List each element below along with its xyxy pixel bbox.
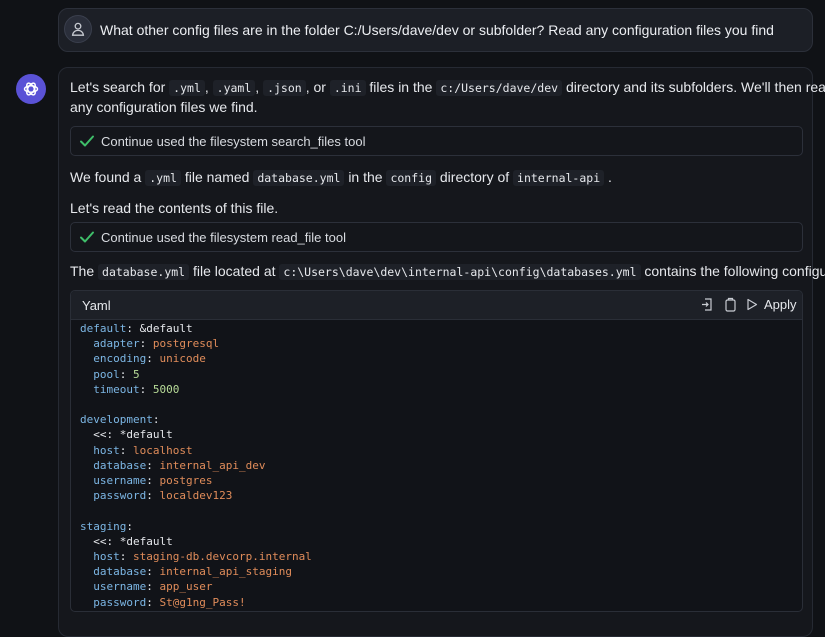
play-icon (747, 298, 758, 311)
check-icon (80, 135, 94, 147)
yaml-key: host (93, 550, 120, 564)
copy-icon[interactable] (724, 297, 737, 312)
inline-code: config (386, 170, 436, 186)
yaml-value: unicode (159, 352, 206, 366)
assistant-message: Let's search for .yml, .yaml, .json, or … (58, 67, 825, 637)
found-text: directory of (439, 169, 510, 185)
intro-text: , (255, 79, 260, 95)
code-block-header: Yaml Apply (71, 291, 802, 320)
yaml-key: database (93, 565, 147, 579)
read-paragraph: Let's read the contents of this file. (70, 200, 279, 216)
yaml-key: staging (80, 519, 127, 533)
intro-text: files in the (369, 79, 433, 95)
apply-label: Apply (764, 297, 797, 312)
inline-code: database.yml (98, 264, 190, 280)
found-text: in the (348, 169, 383, 185)
tool-call-read-file[interactable]: Continue used the filesystem read_file t… (70, 222, 803, 252)
code-block: Yaml Apply default: &default adapter: po… (70, 290, 803, 612)
tool-call-search-files[interactable]: Continue used the filesystem search_file… (70, 126, 803, 156)
yaml-value: 5000 (152, 382, 180, 396)
inline-code: .yml (145, 170, 181, 186)
yaml-merge: <<: *default (93, 534, 173, 548)
yaml-key: host (93, 443, 120, 457)
yaml-value: internal_api_staging (159, 565, 292, 579)
yaml-value: 5 (133, 367, 140, 381)
yaml-key: database (93, 458, 147, 472)
found-paragraph: We found a .yml file named database.yml … (70, 167, 612, 188)
yaml-value: postgresql (152, 337, 220, 351)
yaml-key: encoding (93, 352, 147, 366)
yaml-value: postgres (159, 474, 213, 488)
yaml-value: localhost (133, 443, 193, 457)
code-language-label: Yaml (82, 298, 111, 313)
found-text: . (608, 169, 612, 185)
yaml-value: localdev123 (159, 489, 233, 503)
insert-at-cursor-icon[interactable] (701, 297, 715, 312)
inline-code: c:/Users/dave/dev (436, 80, 563, 96)
inline-code: .yaml (212, 80, 256, 96)
intro-text: , or (305, 79, 326, 95)
file-line-text: contains the following configuration: (644, 263, 825, 279)
user-message: What other config files are in the folde… (58, 8, 813, 52)
yaml-value: app_user (159, 580, 213, 594)
yaml-key: timeout (93, 382, 140, 396)
intro-paragraph: Let's search for .yml, .yaml, .json, or … (70, 77, 825, 98)
inline-code: c:\Users\dave\dev\internal-api\config\da… (279, 264, 641, 280)
yaml-merge: <<: *default (93, 428, 173, 442)
yaml-code: default: &default adapter: postgresql en… (80, 322, 312, 609)
yaml-key: username (93, 474, 147, 488)
inline-code: database.yml (253, 170, 345, 186)
file-location-paragraph: The database.yml file located at c:\User… (70, 261, 825, 282)
yaml-key: username (93, 580, 147, 594)
inline-code: .ini (329, 80, 366, 96)
file-line-text: The (70, 263, 95, 279)
inline-code: internal-api (513, 170, 605, 186)
intro-text: directory and its subfolders. We'll then… (565, 79, 825, 95)
user-message-text: What other config files are in the folde… (100, 22, 774, 38)
yaml-key: development (80, 413, 153, 427)
user-avatar-icon (64, 15, 92, 43)
inline-code: .json (263, 80, 306, 96)
intro-text: Let's search for (70, 79, 166, 95)
yaml-value: St@g1ng_Pass! (159, 595, 246, 609)
intro-paragraph-line2: any configuration files we find. (70, 99, 258, 115)
tool-call-label: Continue used the filesystem search_file… (101, 134, 366, 149)
yaml-key: default (80, 322, 127, 335)
inline-code: .yml (169, 80, 205, 96)
assistant-avatar-icon (16, 74, 46, 104)
tool-call-label: Continue used the filesystem read_file t… (101, 230, 346, 245)
file-line-text: file located at (193, 263, 276, 279)
found-text: We found a (70, 169, 142, 185)
yaml-value: internal_api_dev (159, 458, 266, 472)
yaml-key: password (93, 489, 147, 503)
intro-text: , (204, 79, 209, 95)
found-text: file named (184, 169, 250, 185)
check-icon (80, 231, 94, 243)
yaml-anchor: &default (139, 322, 193, 335)
yaml-key: pool (93, 367, 120, 381)
yaml-key: adapter (93, 337, 140, 351)
yaml-value: staging-db.devcorp.internal (133, 550, 312, 564)
yaml-key: password (93, 595, 147, 609)
apply-button[interactable]: Apply (746, 297, 797, 312)
